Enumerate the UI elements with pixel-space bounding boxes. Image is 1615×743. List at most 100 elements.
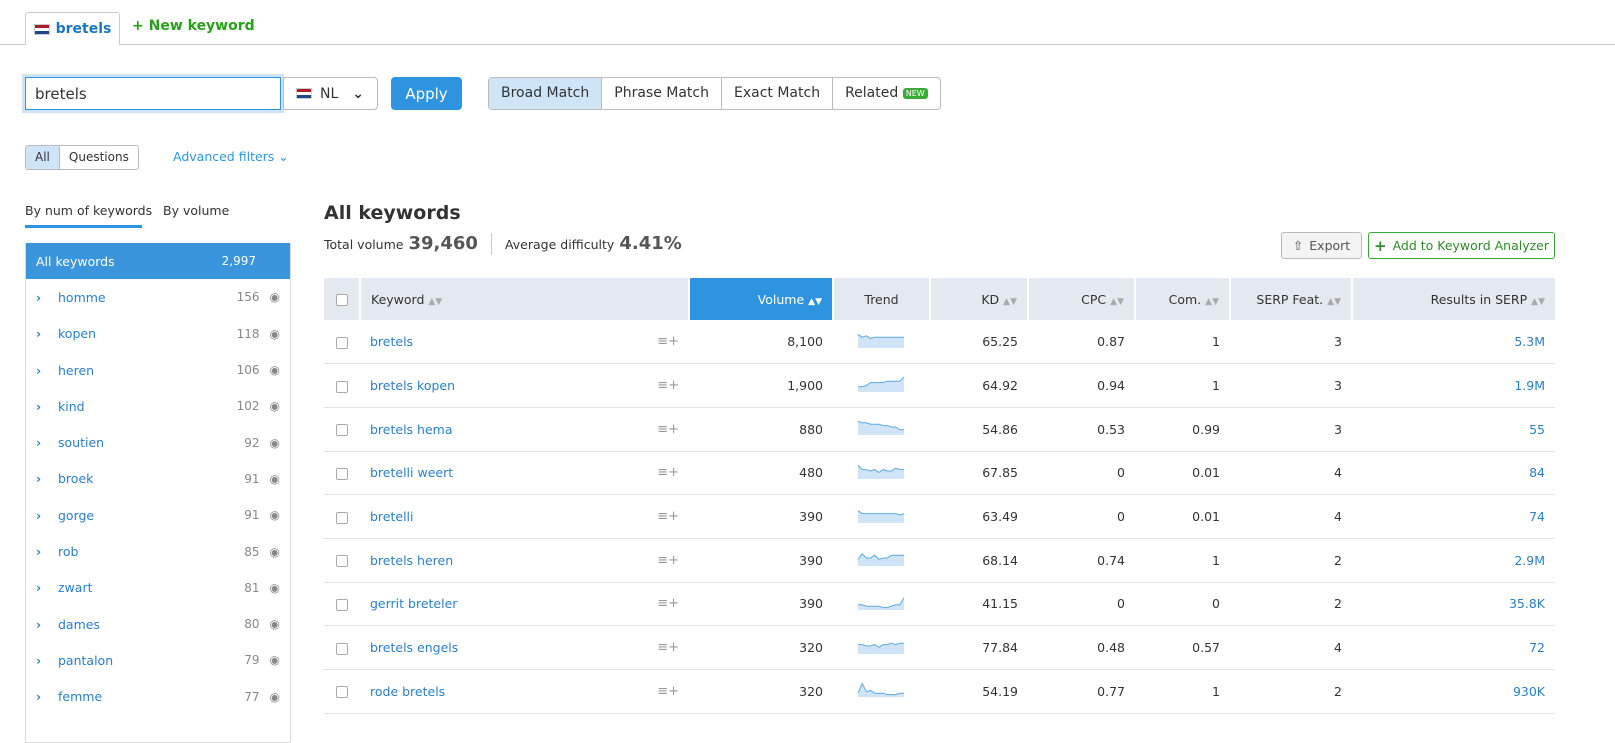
- row-checkbox[interactable]: [336, 511, 348, 524]
- eye-icon[interactable]: ◉: [270, 472, 280, 486]
- group-item[interactable]: › gorge 91 ◉: [26, 497, 290, 533]
- row-checkbox[interactable]: [336, 598, 348, 611]
- results-link[interactable]: 930K: [1513, 684, 1545, 699]
- tab-bretels[interactable]: bretels: [25, 12, 120, 45]
- results-link[interactable]: 74: [1529, 509, 1545, 524]
- group-item[interactable]: › kind 102 ◉: [26, 388, 290, 424]
- export-button[interactable]: ⇧ Export: [1281, 232, 1362, 259]
- checkbox[interactable]: [335, 294, 348, 306]
- all-filter-button[interactable]: All: [26, 146, 60, 169]
- chevron-down-icon: ⌄: [278, 149, 289, 164]
- col-results[interactable]: Results in SERP ▲▼: [1351, 278, 1555, 320]
- results-link[interactable]: 55: [1529, 422, 1545, 437]
- group-item[interactable]: › heren 106 ◉: [26, 352, 290, 388]
- chevron-right-icon[interactable]: ›: [36, 508, 58, 523]
- group-item[interactable]: › femme 77 ◉: [26, 679, 290, 715]
- eye-icon[interactable]: ◉: [270, 363, 280, 377]
- eye-icon[interactable]: ◉: [270, 290, 280, 304]
- add-to-list-icon[interactable]: ≡+: [657, 509, 679, 524]
- keyword-link[interactable]: bretelli weert: [370, 465, 453, 480]
- advanced-filters-toggle[interactable]: Advanced filters ⌄: [173, 149, 289, 164]
- row-checkbox[interactable]: [336, 424, 348, 437]
- select-all-checkbox[interactable]: [324, 278, 360, 320]
- row-checkbox[interactable]: [336, 642, 348, 655]
- keyword-link[interactable]: bretelli: [370, 509, 414, 524]
- results-link[interactable]: 1.9M: [1514, 378, 1545, 393]
- row-checkbox[interactable]: [336, 467, 348, 480]
- keyword-link[interactable]: bretels kopen: [370, 378, 455, 393]
- row-checkbox-cell: [324, 582, 360, 627]
- add-to-list-icon[interactable]: ≡+: [657, 378, 679, 393]
- group-item[interactable]: › pantalon 79 ◉: [26, 642, 290, 678]
- group-item[interactable]: › kopen 118 ◉: [26, 316, 290, 352]
- group-all-keywords[interactable]: All keywords 2,997: [26, 243, 290, 280]
- apply-button[interactable]: Apply: [391, 77, 462, 110]
- chevron-right-icon[interactable]: ›: [36, 290, 58, 305]
- row-checkbox[interactable]: [336, 380, 348, 393]
- group-item[interactable]: › homme 156 ◉: [26, 279, 290, 315]
- group-item[interactable]: › soutien 92 ◉: [26, 424, 290, 460]
- eye-icon[interactable]: ◉: [270, 508, 280, 522]
- eye-icon[interactable]: ◉: [270, 617, 280, 631]
- new-keyword-button[interactable]: + New keyword: [132, 18, 255, 34]
- chevron-right-icon[interactable]: ›: [36, 689, 58, 704]
- results-link[interactable]: 84: [1529, 465, 1545, 480]
- chevron-right-icon[interactable]: ›: [36, 653, 58, 668]
- col-serp-features[interactable]: SERP Feat. ▲▼: [1229, 278, 1352, 320]
- questions-filter-button[interactable]: Questions: [60, 146, 138, 169]
- eye-icon[interactable]: ◉: [270, 545, 280, 559]
- col-com[interactable]: Com. ▲▼: [1134, 278, 1230, 320]
- chevron-right-icon[interactable]: ›: [36, 580, 58, 595]
- keyword-link[interactable]: gerrit breteler: [370, 596, 457, 611]
- row-checkbox[interactable]: [336, 555, 348, 568]
- search-input[interactable]: [25, 77, 281, 110]
- chevron-right-icon[interactable]: ›: [36, 399, 58, 414]
- keyword-link[interactable]: bretels engels: [370, 640, 458, 655]
- col-keyword[interactable]: Keyword ▲▼: [359, 278, 689, 320]
- add-to-list-icon[interactable]: ≡+: [657, 334, 679, 349]
- group-item[interactable]: › zwart 81 ◉: [26, 570, 290, 606]
- results-link[interactable]: 2.9M: [1514, 553, 1545, 568]
- eye-icon[interactable]: ◉: [270, 436, 280, 450]
- tab-by-volume[interactable]: By volume: [163, 203, 229, 218]
- chevron-right-icon[interactable]: ›: [36, 363, 58, 378]
- group-item[interactable]: › rob 85 ◉: [26, 533, 290, 569]
- tab-by-num-keywords[interactable]: By num of keywords: [25, 203, 152, 218]
- group-item[interactable]: › dames 80 ◉: [26, 606, 290, 642]
- col-kd[interactable]: KD ▲▼: [929, 278, 1028, 320]
- eye-icon[interactable]: ◉: [270, 653, 280, 667]
- group-item[interactable]: › broek 91 ◉: [26, 461, 290, 497]
- keyword-link[interactable]: rode bretels: [370, 684, 445, 699]
- eye-icon[interactable]: ◉: [270, 399, 280, 413]
- col-cpc[interactable]: CPC ▲▼: [1027, 278, 1135, 320]
- row-checkbox[interactable]: [336, 686, 348, 699]
- results-link[interactable]: 72: [1529, 640, 1545, 655]
- add-to-list-icon[interactable]: ≡+: [657, 553, 679, 568]
- add-to-list-icon[interactable]: ≡+: [657, 684, 679, 699]
- eye-icon[interactable]: ◉: [270, 327, 280, 341]
- chevron-right-icon[interactable]: ›: [36, 617, 58, 632]
- results-link[interactable]: 5.3M: [1514, 334, 1545, 349]
- chevron-right-icon[interactable]: ›: [36, 544, 58, 559]
- row-checkbox[interactable]: [336, 336, 348, 349]
- related-button[interactable]: Related NEW: [832, 78, 940, 109]
- chevron-right-icon[interactable]: ›: [36, 435, 58, 450]
- chevron-right-icon[interactable]: ›: [36, 471, 58, 486]
- keyword-link[interactable]: bretels hema: [370, 422, 453, 437]
- add-to-list-icon[interactable]: ≡+: [657, 596, 679, 611]
- phrase-match-button[interactable]: Phrase Match: [601, 78, 721, 109]
- keyword-link[interactable]: bretels heren: [370, 553, 453, 568]
- col-volume[interactable]: Volume ▲▼: [688, 278, 833, 320]
- results-link[interactable]: 35.8K: [1509, 596, 1545, 611]
- add-to-list-icon[interactable]: ≡+: [657, 422, 679, 437]
- add-to-keyword-analyzer-button[interactable]: + Add to Keyword Analyzer: [1368, 232, 1555, 259]
- chevron-right-icon[interactable]: ›: [36, 326, 58, 341]
- database-select[interactable]: NL ⌄: [283, 77, 378, 110]
- eye-icon[interactable]: ◉: [270, 690, 280, 704]
- broad-match-button[interactable]: Broad Match: [489, 78, 602, 109]
- exact-match-button[interactable]: Exact Match: [721, 78, 832, 109]
- keyword-link[interactable]: bretels: [370, 334, 413, 349]
- add-to-list-icon[interactable]: ≡+: [657, 640, 679, 655]
- add-to-list-icon[interactable]: ≡+: [657, 465, 679, 480]
- eye-icon[interactable]: ◉: [270, 581, 280, 595]
